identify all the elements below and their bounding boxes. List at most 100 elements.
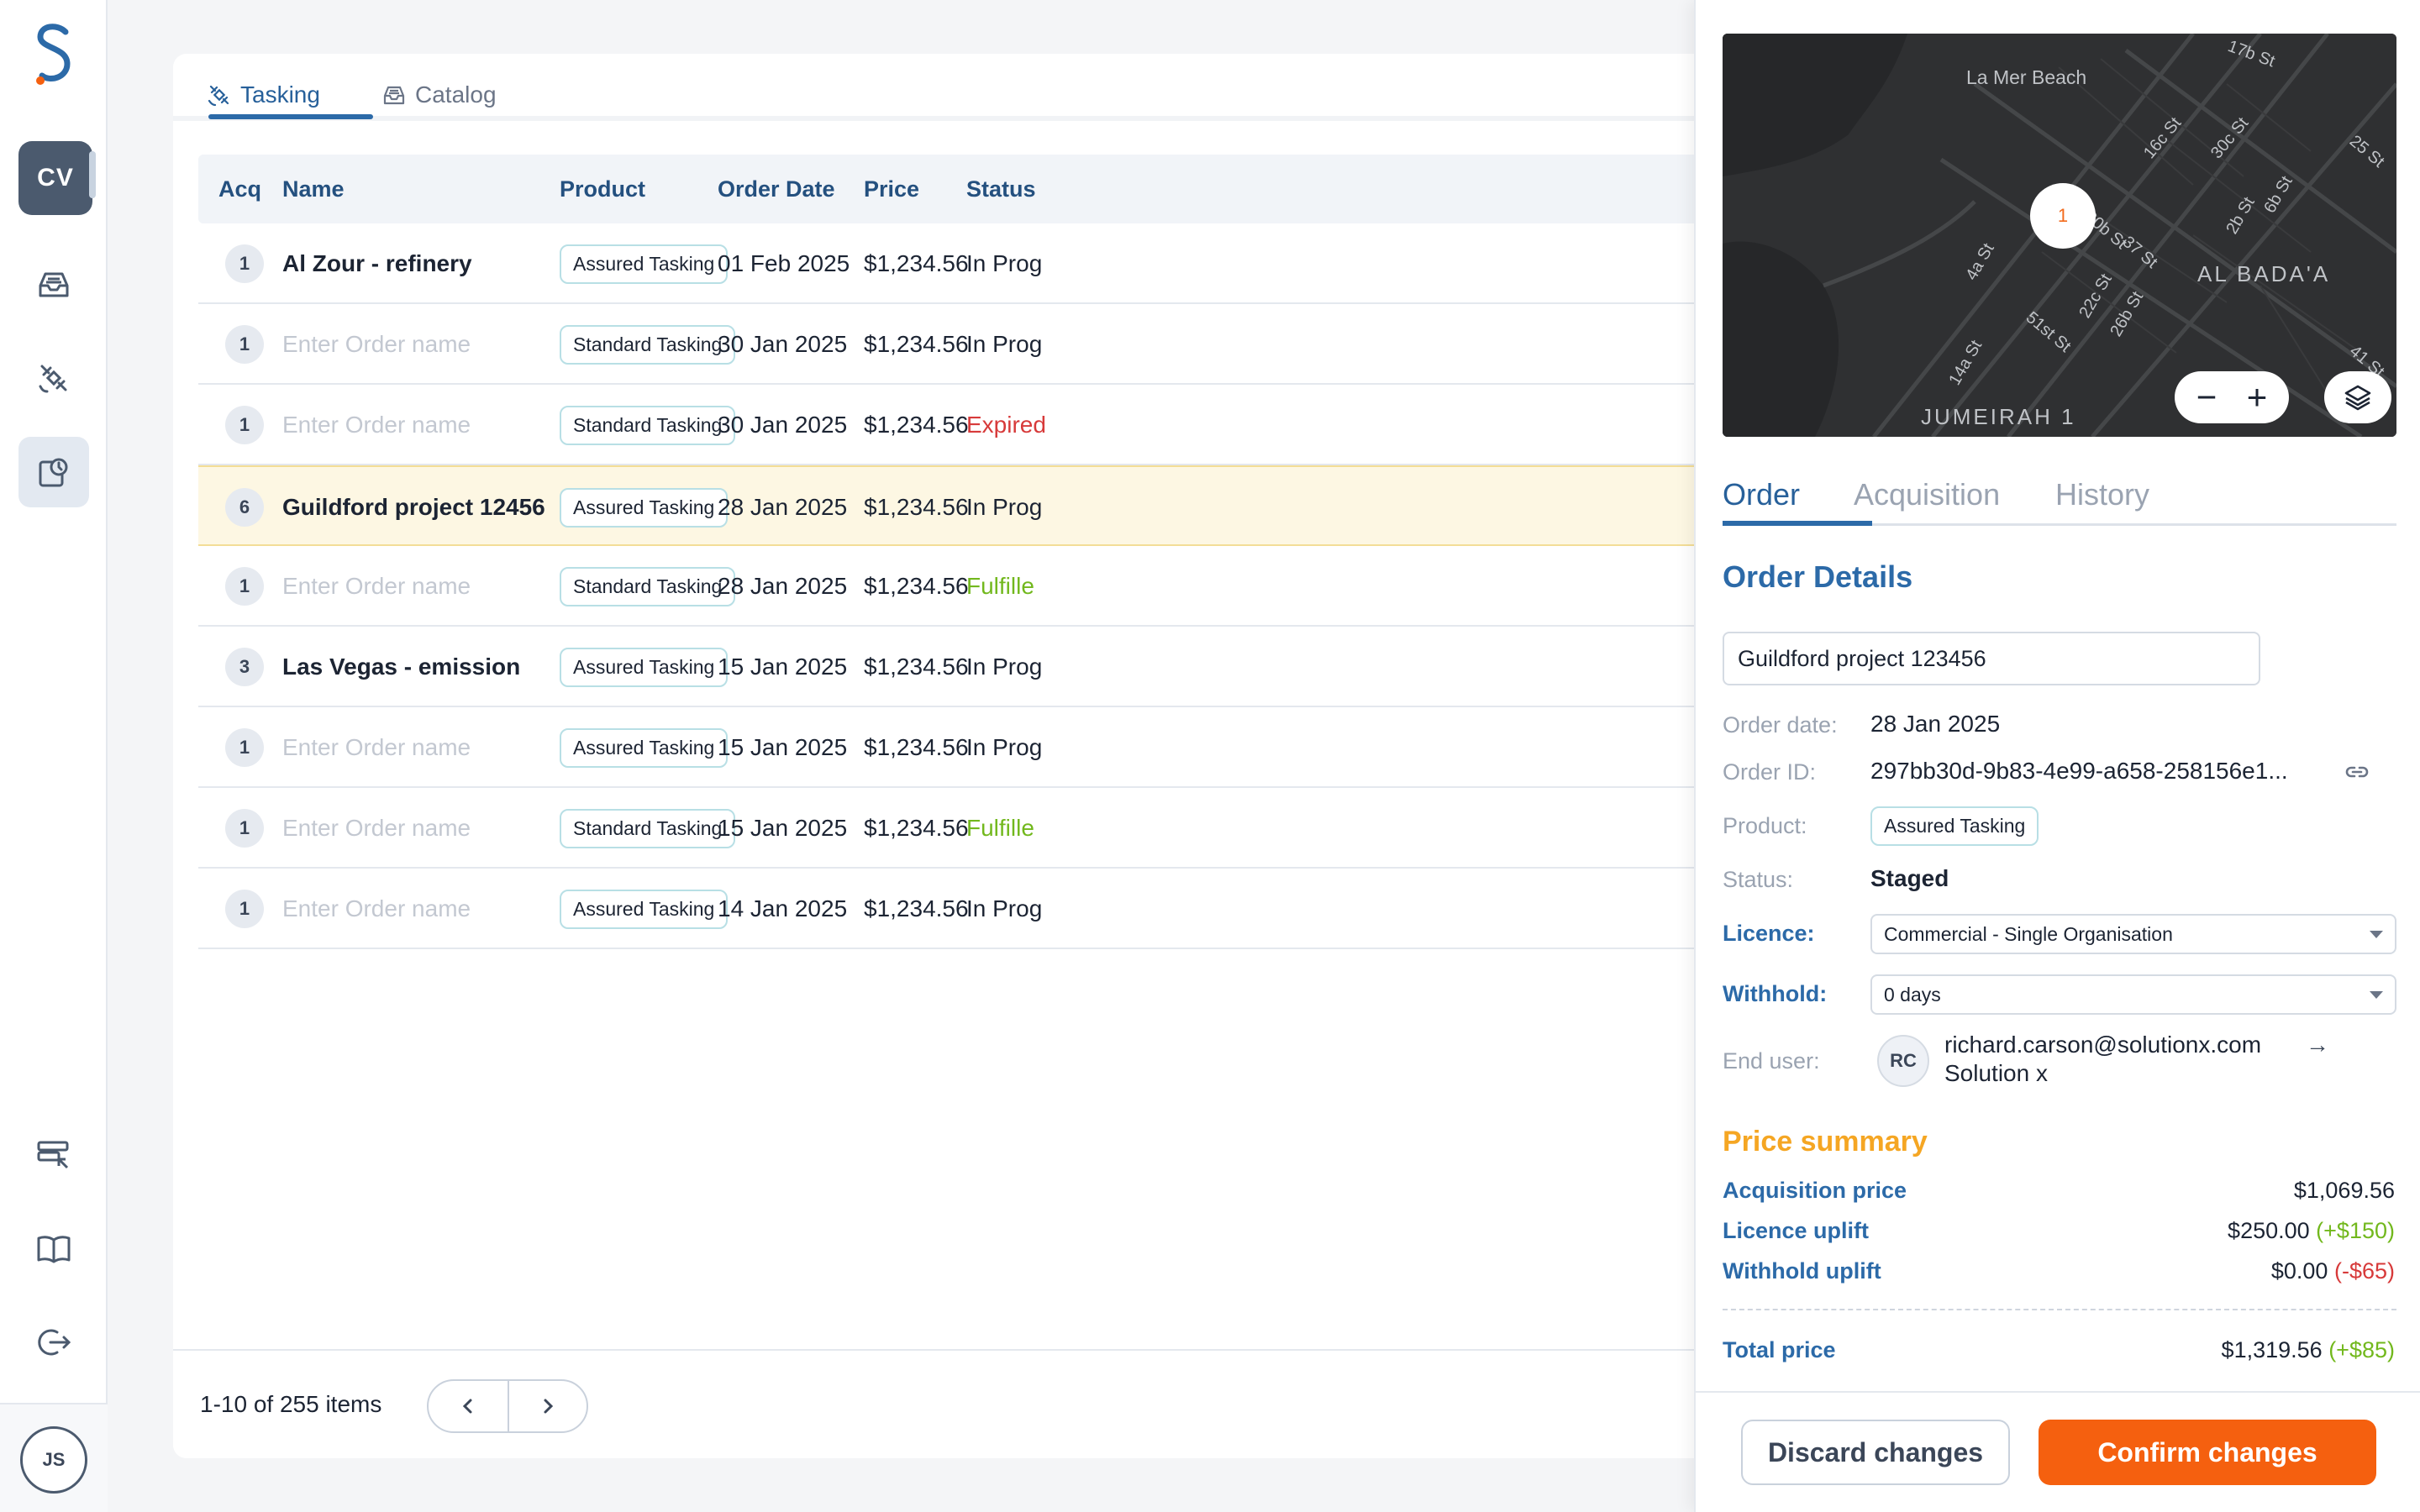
chevron-down-icon <box>2370 930 2383 938</box>
user-initials: JS <box>42 1449 66 1470</box>
order-name-cell[interactable]: Al Zour - refinery <box>282 223 472 304</box>
workspace-switcher[interactable]: CV <box>18 141 92 215</box>
acq-cell: 1 <box>225 304 264 385</box>
map-cluster-marker[interactable]: 1 <box>2030 183 2096 249</box>
col-name[interactable]: Name <box>282 155 345 223</box>
tab-history[interactable]: History <box>2055 477 2149 512</box>
status-cell: Fulfille <box>966 815 1034 841</box>
user-avatar[interactable]: JS <box>20 1426 87 1494</box>
pagination-summary: 1-10 of 255 items <box>200 1391 382 1417</box>
licence-select[interactable]: Commercial - Single Organisation <box>1870 914 2396 954</box>
order-name-cell[interactable]: Enter Order name <box>282 788 471 869</box>
nav-orders[interactable] <box>18 437 89 507</box>
nav-api-config[interactable] <box>18 1119 89 1189</box>
withhold-select[interactable]: 0 days <box>1870 974 2396 1015</box>
acq-count-badge: 1 <box>225 406 264 444</box>
main-tabs: Tasking Catalog <box>173 54 1938 121</box>
product-cell: Assured Tasking <box>560 707 729 788</box>
table-row[interactable]: 1 Enter Order name Assured Tasking 14 Jan 2… <box>198 869 1938 949</box>
product-cell: Standard Tasking <box>560 788 736 869</box>
product-cell: Assured Tasking <box>560 627 729 707</box>
order-name-cell[interactable]: Enter Order name <box>282 707 471 788</box>
discard-changes-button[interactable]: Discard changes <box>1741 1420 2010 1485</box>
product-chip: Assured Tasking <box>560 647 729 687</box>
status-value: Staged <box>1870 865 1949 891</box>
order-date-cell: 30 Jan 2025 <box>718 412 848 438</box>
tab-order[interactable]: Order <box>1723 477 1800 512</box>
tab-catalog-label: Catalog <box>415 81 497 108</box>
inbox-icon <box>383 86 405 105</box>
order-date-cell: 28 Jan 2025 <box>718 494 848 520</box>
price-cell: $1,234.56 <box>864 654 969 680</box>
order-map[interactable]: La Mer Beach AL BADA'A JUMEIRAH 1 16c St… <box>1723 34 2396 437</box>
order-name-input[interactable] <box>1723 632 2260 685</box>
nav-catalog[interactable] <box>18 249 89 319</box>
price-cell: $1,234.56 <box>864 494 969 520</box>
acq-cell: 3 <box>225 627 264 707</box>
zoom-out-button[interactable]: − <box>2196 380 2217 415</box>
col-product[interactable]: Product <box>560 155 645 223</box>
order-name-cell[interactable]: Enter Order name <box>282 385 471 465</box>
order-date-cell: 28 Jan 2025 <box>718 573 848 599</box>
zoom-in-button[interactable]: + <box>2247 380 2268 415</box>
product-chip: Standard Tasking <box>560 324 736 365</box>
col-status[interactable]: Status <box>966 155 1036 223</box>
order-name-cell[interactable]: Enter Order name <box>282 304 471 385</box>
end-user-email: richard.carson@solutionx.com <box>1944 1032 2262 1058</box>
table-row[interactable]: 1 Enter Order name Standard Tasking 28 Jan … <box>198 546 1938 627</box>
tab-tasking-label: Tasking <box>240 81 320 108</box>
tab-tasking[interactable]: Tasking <box>207 74 320 116</box>
nav-logout[interactable] <box>18 1307 89 1378</box>
order-name-cell[interactable]: Enter Order name <box>282 869 471 949</box>
next-page-button[interactable] <box>508 1381 587 1431</box>
product-label: Product: <box>1723 813 1807 838</box>
col-price[interactable]: Price <box>864 155 919 223</box>
table-row[interactable]: 1 Enter Order name Standard Tasking 30 Jan … <box>198 304 1938 385</box>
status-cell: In Prog <box>966 331 1043 357</box>
tab-catalog[interactable]: Catalog <box>381 74 497 116</box>
price-cell: $1,234.56 <box>864 250 969 276</box>
orders-table: Acq Name Product Order Date Price Status… <box>198 155 1938 949</box>
copy-link-icon[interactable] <box>2343 758 2371 786</box>
order-name-cell[interactable]: Las Vegas - emission <box>282 627 520 707</box>
chevron-down-icon <box>2370 990 2383 999</box>
workspace-indicator <box>89 151 96 198</box>
acq-count-badge: 1 <box>225 728 264 767</box>
table-row[interactable]: 3 Las Vegas - emission Assured Tasking 15 J… <box>198 627 1938 707</box>
table-row[interactable]: 1 Enter Order name Standard Tasking 30 Jan … <box>198 385 1938 465</box>
tab-acquisition[interactable]: Acquisition <box>1854 477 2000 512</box>
total-price-label: Total price <box>1723 1337 1836 1362</box>
price-cell: $1,234.56 <box>864 895 969 921</box>
col-order-date[interactable]: Order Date <box>718 155 835 223</box>
detail-tabs: Order Acquisition History <box>1723 470 2396 526</box>
table-row[interactable]: 1 Enter Order name Standard Tasking 15 Jan … <box>198 788 1938 869</box>
order-id-value: 297bb30d-9b83-4e99-a658-258156e1... <box>1870 758 2288 784</box>
order-name-cell[interactable]: Enter Order name <box>282 546 471 627</box>
end-user-link-icon[interactable]: → <box>2306 1032 2329 1058</box>
acq-count-badge: 6 <box>225 488 264 527</box>
orders-clock-icon <box>39 458 68 487</box>
nav-docs[interactable] <box>18 1213 89 1284</box>
app-logo[interactable] <box>32 22 76 87</box>
table-row[interactable]: 1 Al Zour - refinery Assured Tasking 01 Feb… <box>198 223 1938 304</box>
price-cell: $1,234.56 <box>864 412 969 438</box>
detail-active-tab-indicator <box>1723 521 1872 526</box>
acq-cell: 1 <box>225 385 264 465</box>
col-acq[interactable]: Acq <box>218 155 261 223</box>
licence-selected-value: Commercial - Single Organisation <box>1884 922 2173 945</box>
product-cell: Assured Tasking <box>560 869 729 949</box>
order-id-label: Order ID: <box>1723 759 1817 785</box>
price-cell: $1,234.56 <box>864 573 969 599</box>
map-layers-button[interactable] <box>2324 371 2391 423</box>
logout-icon <box>38 1329 71 1356</box>
acq-count-badge: 1 <box>225 244 264 283</box>
order-name-cell[interactable]: Guildford project 12456 <box>282 467 545 548</box>
status-cell: In Prog <box>966 250 1043 276</box>
prev-page-button[interactable] <box>429 1381 508 1431</box>
table-row[interactable]: 1 Enter Order name Assured Tasking 15 Jan 2… <box>198 707 1938 788</box>
end-user-initials: RC <box>1890 1050 1917 1071</box>
confirm-changes-button[interactable]: Confirm changes <box>2039 1420 2376 1485</box>
nav-tasking[interactable] <box>18 343 89 413</box>
withhold-uplift-value: $0.00 (-$65) <box>2270 1258 2395 1284</box>
table-row[interactable]: 6 Guildford project 12456 Assured Tasking 2… <box>198 465 1938 546</box>
